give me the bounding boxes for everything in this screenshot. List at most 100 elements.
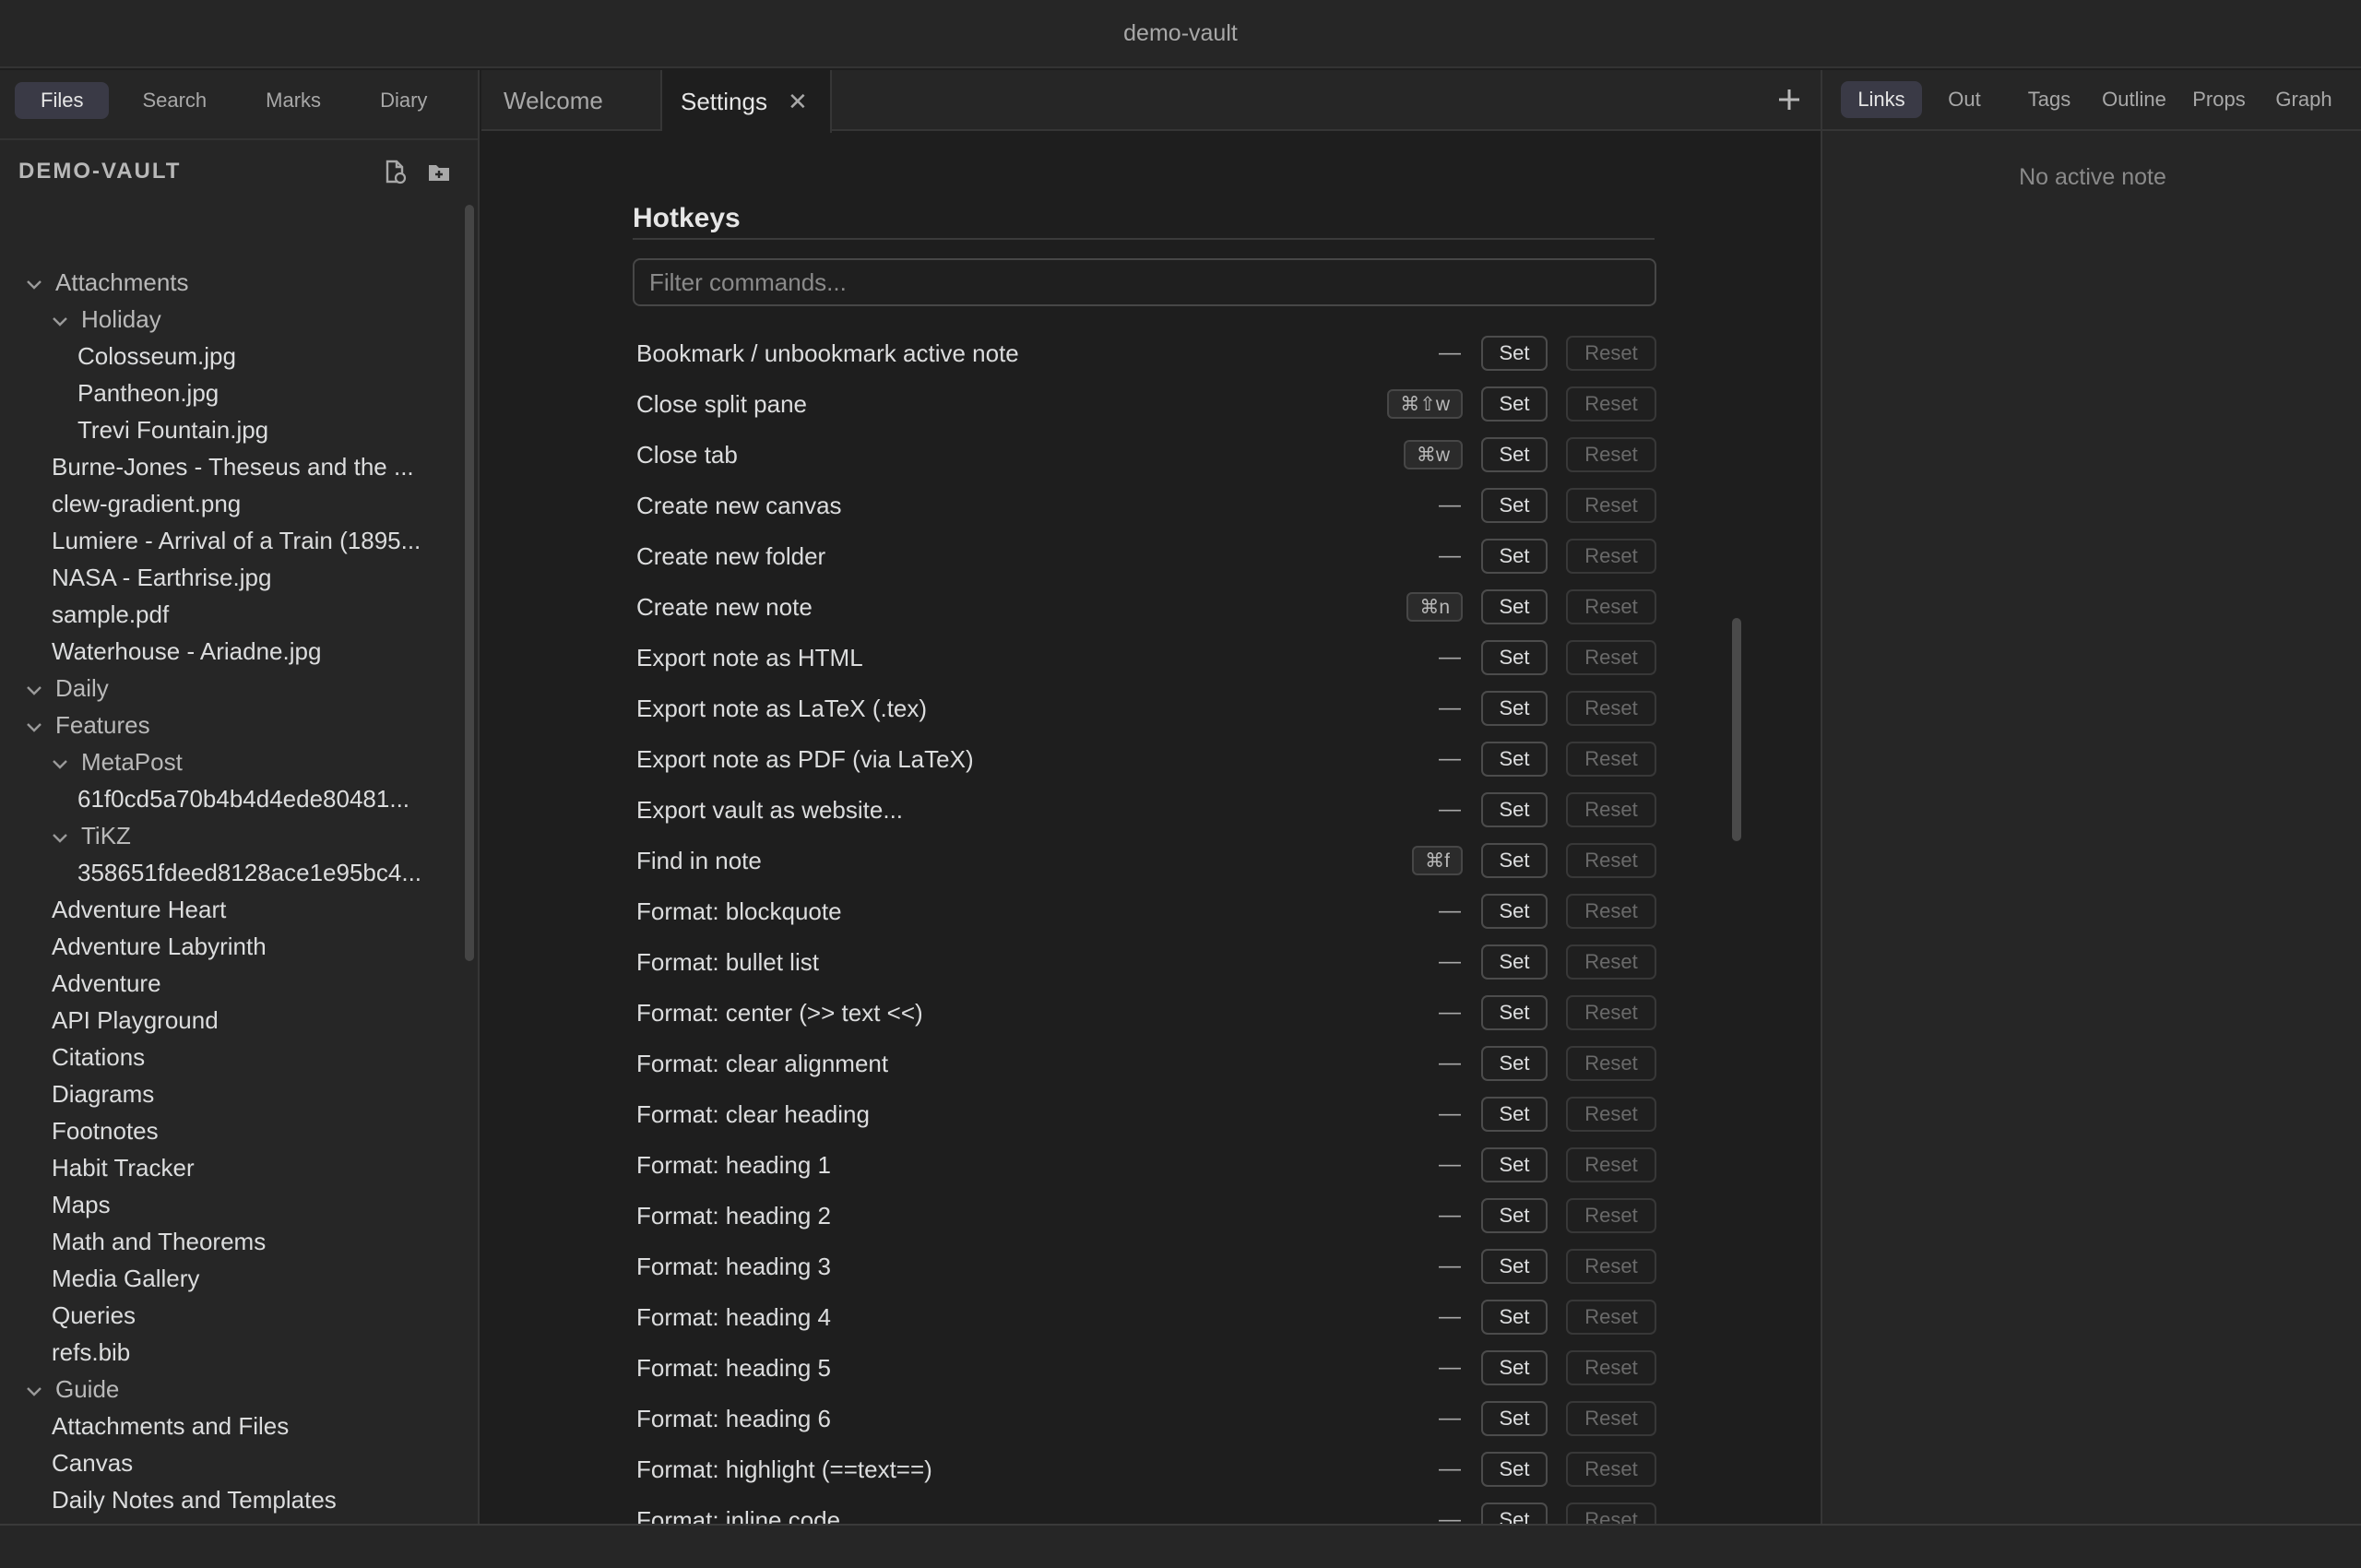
reset-hotkey-button[interactable]: Reset <box>1566 792 1656 827</box>
reset-hotkey-button[interactable]: Reset <box>1566 336 1656 371</box>
set-hotkey-button[interactable]: Set <box>1481 691 1548 726</box>
tab-props[interactable]: Props <box>2177 81 2261 118</box>
tree-file[interactable]: sample.pdf <box>0 596 461 633</box>
reset-hotkey-button[interactable]: Reset <box>1566 488 1656 523</box>
reset-hotkey-button[interactable]: Reset <box>1566 1452 1656 1487</box>
chevron-down-icon[interactable] <box>50 826 70 846</box>
tab-outline[interactable]: Outline <box>2092 81 2177 118</box>
tree-folder[interactable]: MetaPost <box>0 743 461 780</box>
chevron-down-icon[interactable] <box>24 272 44 292</box>
set-hotkey-button[interactable]: Set <box>1481 589 1548 624</box>
reset-hotkey-button[interactable]: Reset <box>1566 843 1656 878</box>
tree-file[interactable]: Habit Tracker <box>0 1149 461 1186</box>
reset-hotkey-button[interactable]: Reset <box>1566 1097 1656 1132</box>
reset-hotkey-button[interactable]: Reset <box>1566 386 1656 422</box>
tree-file[interactable]: Media Gallery <box>0 1260 461 1297</box>
tree-file[interactable]: 61f0cd5a70b4b4d4ede80481... <box>0 780 461 817</box>
tree-file[interactable]: Queries <box>0 1297 461 1334</box>
tab-search[interactable]: Search <box>116 82 232 119</box>
set-hotkey-button[interactable]: Set <box>1481 488 1548 523</box>
tree-file[interactable]: Waterhouse - Ariadne.jpg <box>0 633 461 670</box>
set-hotkey-button[interactable]: Set <box>1481 843 1548 878</box>
tab-welcome[interactable]: Welcome <box>481 70 662 131</box>
tree-folder[interactable]: Attachments <box>0 264 461 301</box>
set-hotkey-button[interactable]: Set <box>1481 1046 1548 1081</box>
tab-tags[interactable]: Tags <box>2007 81 2092 118</box>
tree-file[interactable]: Adventure <box>0 965 461 1002</box>
reset-hotkey-button[interactable]: Reset <box>1566 742 1656 777</box>
plus-icon[interactable] <box>1773 83 1806 116</box>
reset-hotkey-button[interactable]: Reset <box>1566 1198 1656 1233</box>
tree-file[interactable]: Diagrams <box>0 1075 461 1112</box>
tree-file[interactable]: Pantheon.jpg <box>0 374 461 411</box>
set-hotkey-button[interactable]: Set <box>1481 539 1548 574</box>
chevron-down-icon[interactable] <box>50 309 70 329</box>
set-hotkey-button[interactable]: Set <box>1481 894 1548 929</box>
tree-folder[interactable]: Holiday <box>0 301 461 338</box>
tab-links[interactable]: Links <box>1841 81 1922 118</box>
filter-commands-input[interactable] <box>633 258 1656 306</box>
chevron-down-icon[interactable] <box>50 752 70 772</box>
tree-file[interactable]: Citations <box>0 1039 461 1075</box>
reset-hotkey-button[interactable]: Reset <box>1566 1300 1656 1335</box>
reset-hotkey-button[interactable]: Reset <box>1566 437 1656 472</box>
tree-file[interactable]: Daily Notes and Templates <box>0 1481 461 1518</box>
set-hotkey-button[interactable]: Set <box>1481 1198 1548 1233</box>
reset-hotkey-button[interactable]: Reset <box>1566 1249 1656 1284</box>
reset-hotkey-button[interactable]: Reset <box>1566 995 1656 1030</box>
tree-file[interactable]: Math and Theorems <box>0 1223 461 1260</box>
set-hotkey-button[interactable]: Set <box>1481 944 1548 980</box>
tree-file[interactable]: Adventure Heart <box>0 891 461 928</box>
reset-hotkey-button[interactable]: Reset <box>1566 589 1656 624</box>
new-folder-icon[interactable] <box>426 159 452 189</box>
set-hotkey-button[interactable]: Set <box>1481 1503 1548 1524</box>
reset-hotkey-button[interactable]: Reset <box>1566 1350 1656 1385</box>
reset-hotkey-button[interactable]: Reset <box>1566 1147 1656 1182</box>
chevron-down-icon[interactable] <box>24 715 44 735</box>
tab-files[interactable]: Files <box>15 82 110 119</box>
set-hotkey-button[interactable]: Set <box>1481 1452 1548 1487</box>
tree-file[interactable]: Attachments and Files <box>0 1408 461 1444</box>
set-hotkey-button[interactable]: Set <box>1481 1147 1548 1182</box>
tree-file[interactable]: Colosseum.jpg <box>0 338 461 374</box>
set-hotkey-button[interactable]: Set <box>1481 1300 1548 1335</box>
tab-out[interactable]: Out <box>1922 81 2007 118</box>
set-hotkey-button[interactable]: Set <box>1481 742 1548 777</box>
reset-hotkey-button[interactable]: Reset <box>1566 1503 1656 1524</box>
tree-file[interactable]: Burne-Jones - Theseus and the ... <box>0 448 461 485</box>
tree-file[interactable]: Footnotes <box>0 1112 461 1149</box>
tree-file[interactable]: Trevi Fountain.jpg <box>0 411 461 448</box>
set-hotkey-button[interactable]: Set <box>1481 792 1548 827</box>
sidebar-scrollbar[interactable] <box>465 205 474 961</box>
set-hotkey-button[interactable]: Set <box>1481 995 1548 1030</box>
settings-scrollbar[interactable] <box>1732 618 1741 841</box>
tree-file[interactable]: 358651fdeed8128ace1e95bc4... <box>0 854 461 891</box>
reset-hotkey-button[interactable]: Reset <box>1566 944 1656 980</box>
tree-folder[interactable]: Guide <box>0 1371 461 1408</box>
set-hotkey-button[interactable]: Set <box>1481 1350 1548 1385</box>
reset-hotkey-button[interactable]: Reset <box>1566 640 1656 675</box>
tree-file[interactable]: Adventure Labyrinth <box>0 928 461 965</box>
tree-file[interactable]: API Playground <box>0 1002 461 1039</box>
set-hotkey-button[interactable]: Set <box>1481 1401 1548 1436</box>
reset-hotkey-button[interactable]: Reset <box>1566 1046 1656 1081</box>
tab-settings[interactable]: Settings ✕ <box>662 70 832 133</box>
reset-hotkey-button[interactable]: Reset <box>1566 1401 1656 1436</box>
tab-marks[interactable]: Marks <box>240 82 347 119</box>
reset-hotkey-button[interactable]: Reset <box>1566 539 1656 574</box>
tree-folder[interactable]: Daily <box>0 670 461 707</box>
set-hotkey-button[interactable]: Set <box>1481 336 1548 371</box>
tree-file[interactable]: Lumiere - Arrival of a Train (1895... <box>0 522 461 559</box>
tree-file[interactable]: clew-gradient.png <box>0 485 461 522</box>
tree-file[interactable]: Canvas <box>0 1444 461 1481</box>
set-hotkey-button[interactable]: Set <box>1481 386 1548 422</box>
set-hotkey-button[interactable]: Set <box>1481 437 1548 472</box>
reset-hotkey-button[interactable]: Reset <box>1566 691 1656 726</box>
set-hotkey-button[interactable]: Set <box>1481 1097 1548 1132</box>
chevron-down-icon[interactable] <box>24 678 44 698</box>
reset-hotkey-button[interactable]: Reset <box>1566 894 1656 929</box>
set-hotkey-button[interactable]: Set <box>1481 1249 1548 1284</box>
tab-graph[interactable]: Graph <box>2261 81 2346 118</box>
tree-folder[interactable]: TiKZ <box>0 817 461 854</box>
close-icon[interactable]: ✕ <box>788 88 808 116</box>
